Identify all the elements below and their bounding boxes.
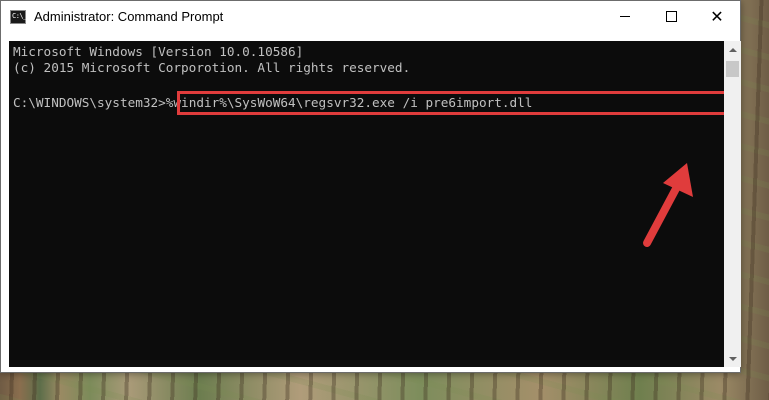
minimize-button[interactable] (602, 1, 648, 32)
vertical-scrollbar[interactable] (724, 41, 741, 367)
command-prompt-icon[interactable]: C:\_ (10, 10, 27, 24)
close-button[interactable]: ✕ (694, 1, 740, 32)
console-line-copyright: (c) 2015 Microsoft Corporotion. All righ… (13, 60, 411, 75)
scroll-up-icon (728, 47, 737, 52)
console-prompt: C:\WINDOWS\system32> (13, 95, 166, 110)
scroll-down-icon (728, 356, 737, 361)
window-title: Administrator: Command Prompt (34, 9, 224, 24)
scroll-up-button[interactable] (724, 41, 741, 58)
command-prompt-icon-glyph: C:\_ (12, 12, 27, 20)
scroll-down-button[interactable] (724, 350, 741, 367)
maximize-icon (665, 11, 677, 22)
minimize-icon (620, 16, 630, 17)
console-output[interactable]: Microsoft Windows [Version 10.0.10586] (… (9, 41, 728, 367)
command-highlight-box (177, 91, 728, 115)
command-prompt-window: C:\_ Administrator: Command Prompt ✕ Mic… (0, 0, 741, 373)
red-arrow-icon (643, 163, 693, 247)
console-line-version: Microsoft Windows [Version 10.0.10586] (13, 44, 304, 59)
title-bar[interactable]: C:\_ Administrator: Command Prompt ✕ (1, 1, 740, 33)
scroll-thumb[interactable] (726, 61, 739, 77)
maximize-button[interactable] (648, 1, 694, 32)
close-icon: ✕ (710, 6, 724, 26)
